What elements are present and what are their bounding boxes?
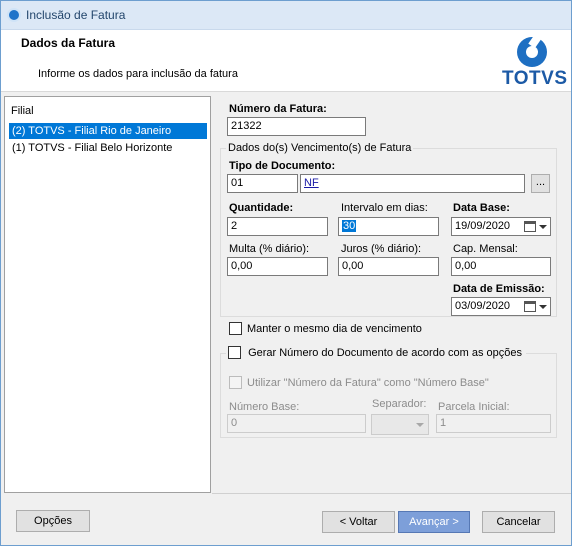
manter-dia-checkbox[interactable] xyxy=(229,322,242,335)
chevron-down-icon[interactable] xyxy=(539,305,547,309)
calendar-icon[interactable] xyxy=(524,221,536,232)
calendar-icon[interactable] xyxy=(524,301,536,312)
tipo-documento-label: Tipo de Documento: xyxy=(229,160,336,172)
chevron-down-icon[interactable] xyxy=(539,225,547,229)
intervalo-input[interactable]: 30 xyxy=(338,217,439,236)
totvs-logo-text: TOTVS xyxy=(502,68,568,89)
quantidade-input[interactable]: 2 xyxy=(227,217,328,236)
filial-list[interactable]: Filial (2) TOTVS - Filial Rio de Janeiro… xyxy=(4,96,211,493)
cap-mensal-input[interactable]: 0,00 xyxy=(451,257,551,276)
numero-base-label: Número Base: xyxy=(229,401,300,413)
tipo-documento-link[interactable]: NF xyxy=(304,177,319,189)
voltar-button[interactable]: < Voltar xyxy=(322,511,395,533)
intervalo-value: 30 xyxy=(342,220,357,232)
page-subtitle: Informe os dados para inclusão da fatura xyxy=(38,68,238,80)
separador-label: Separador: xyxy=(372,398,427,410)
avancar-button[interactable]: Avançar > xyxy=(398,511,470,533)
quantidade-label: Quantidade: xyxy=(229,202,294,214)
vencimentos-group-title: Dados do(s) Vencimento(s) de Fatura xyxy=(226,142,414,154)
data-base-value: 19/09/2020 xyxy=(455,220,511,232)
tipo-documento-desc-field: NF xyxy=(300,174,525,193)
cap-mensal-label: Cap. Mensal: xyxy=(453,243,518,255)
app-icon xyxy=(7,8,21,22)
opcoes-button[interactable]: Opções xyxy=(16,510,90,532)
parcela-inicial-label: Parcela Inicial: xyxy=(438,401,510,413)
data-emissao-label: Data de Emissão: xyxy=(453,283,545,295)
juros-input[interactable]: 0,00 xyxy=(338,257,439,276)
footer-divider xyxy=(212,493,571,494)
separador-select[interactable] xyxy=(371,414,429,435)
manter-dia-label: Manter o mesmo dia de vencimento xyxy=(247,323,422,335)
data-emissao-value: 03/09/2020 xyxy=(455,300,511,312)
chevron-down-icon xyxy=(416,423,424,427)
data-base-label: Data Base: xyxy=(453,202,510,214)
title-bar: Inclusão de Fatura xyxy=(1,1,571,30)
multa-label: Multa (% diário): xyxy=(229,243,310,255)
parcela-inicial-input[interactable]: 1 xyxy=(436,414,551,433)
filial-list-header: Filial xyxy=(11,105,34,117)
list-item[interactable]: (2) TOTVS - Filial Rio de Janeiro xyxy=(9,123,207,139)
list-item[interactable]: (1) TOTVS - Filial Belo Horizonte xyxy=(9,140,207,156)
numero-fatura-label: Número da Fatura: xyxy=(229,103,327,115)
wizard-header: Dados da Fatura Informe os dados para in… xyxy=(1,30,571,92)
gerar-numero-label: Gerar Número do Documento de acordo com … xyxy=(248,346,522,359)
multa-input[interactable]: 0,00 xyxy=(227,257,328,276)
data-emissao-input[interactable]: 03/09/2020 xyxy=(451,297,551,316)
utilizar-numero-label: Utilizar "Número da Fatura" como "Número… xyxy=(247,377,489,389)
cancelar-button[interactable]: Cancelar xyxy=(482,511,555,533)
intervalo-label: Intervalo em dias: xyxy=(341,202,428,214)
juros-label: Juros (% diário): xyxy=(341,243,422,255)
page-title: Dados da Fatura xyxy=(21,36,116,50)
lookup-button[interactable]: ... xyxy=(531,174,550,193)
data-base-input[interactable]: 19/09/2020 xyxy=(451,217,551,236)
numero-base-input[interactable]: 0 xyxy=(227,414,366,433)
numero-fatura-input[interactable]: 21322 xyxy=(227,117,366,136)
tipo-documento-code-input[interactable]: 01 xyxy=(227,174,298,193)
window-title: Inclusão de Fatura xyxy=(26,8,126,22)
gerar-numero-group-title: Gerar Número do Documento de acordo com … xyxy=(226,346,526,359)
totvs-logo-icon xyxy=(517,33,547,67)
gerar-numero-checkbox[interactable] xyxy=(228,346,241,359)
invoice-dialog: Inclusão de Fatura Dados da Fatura Infor… xyxy=(0,0,572,546)
utilizar-numero-checkbox[interactable] xyxy=(229,376,242,389)
